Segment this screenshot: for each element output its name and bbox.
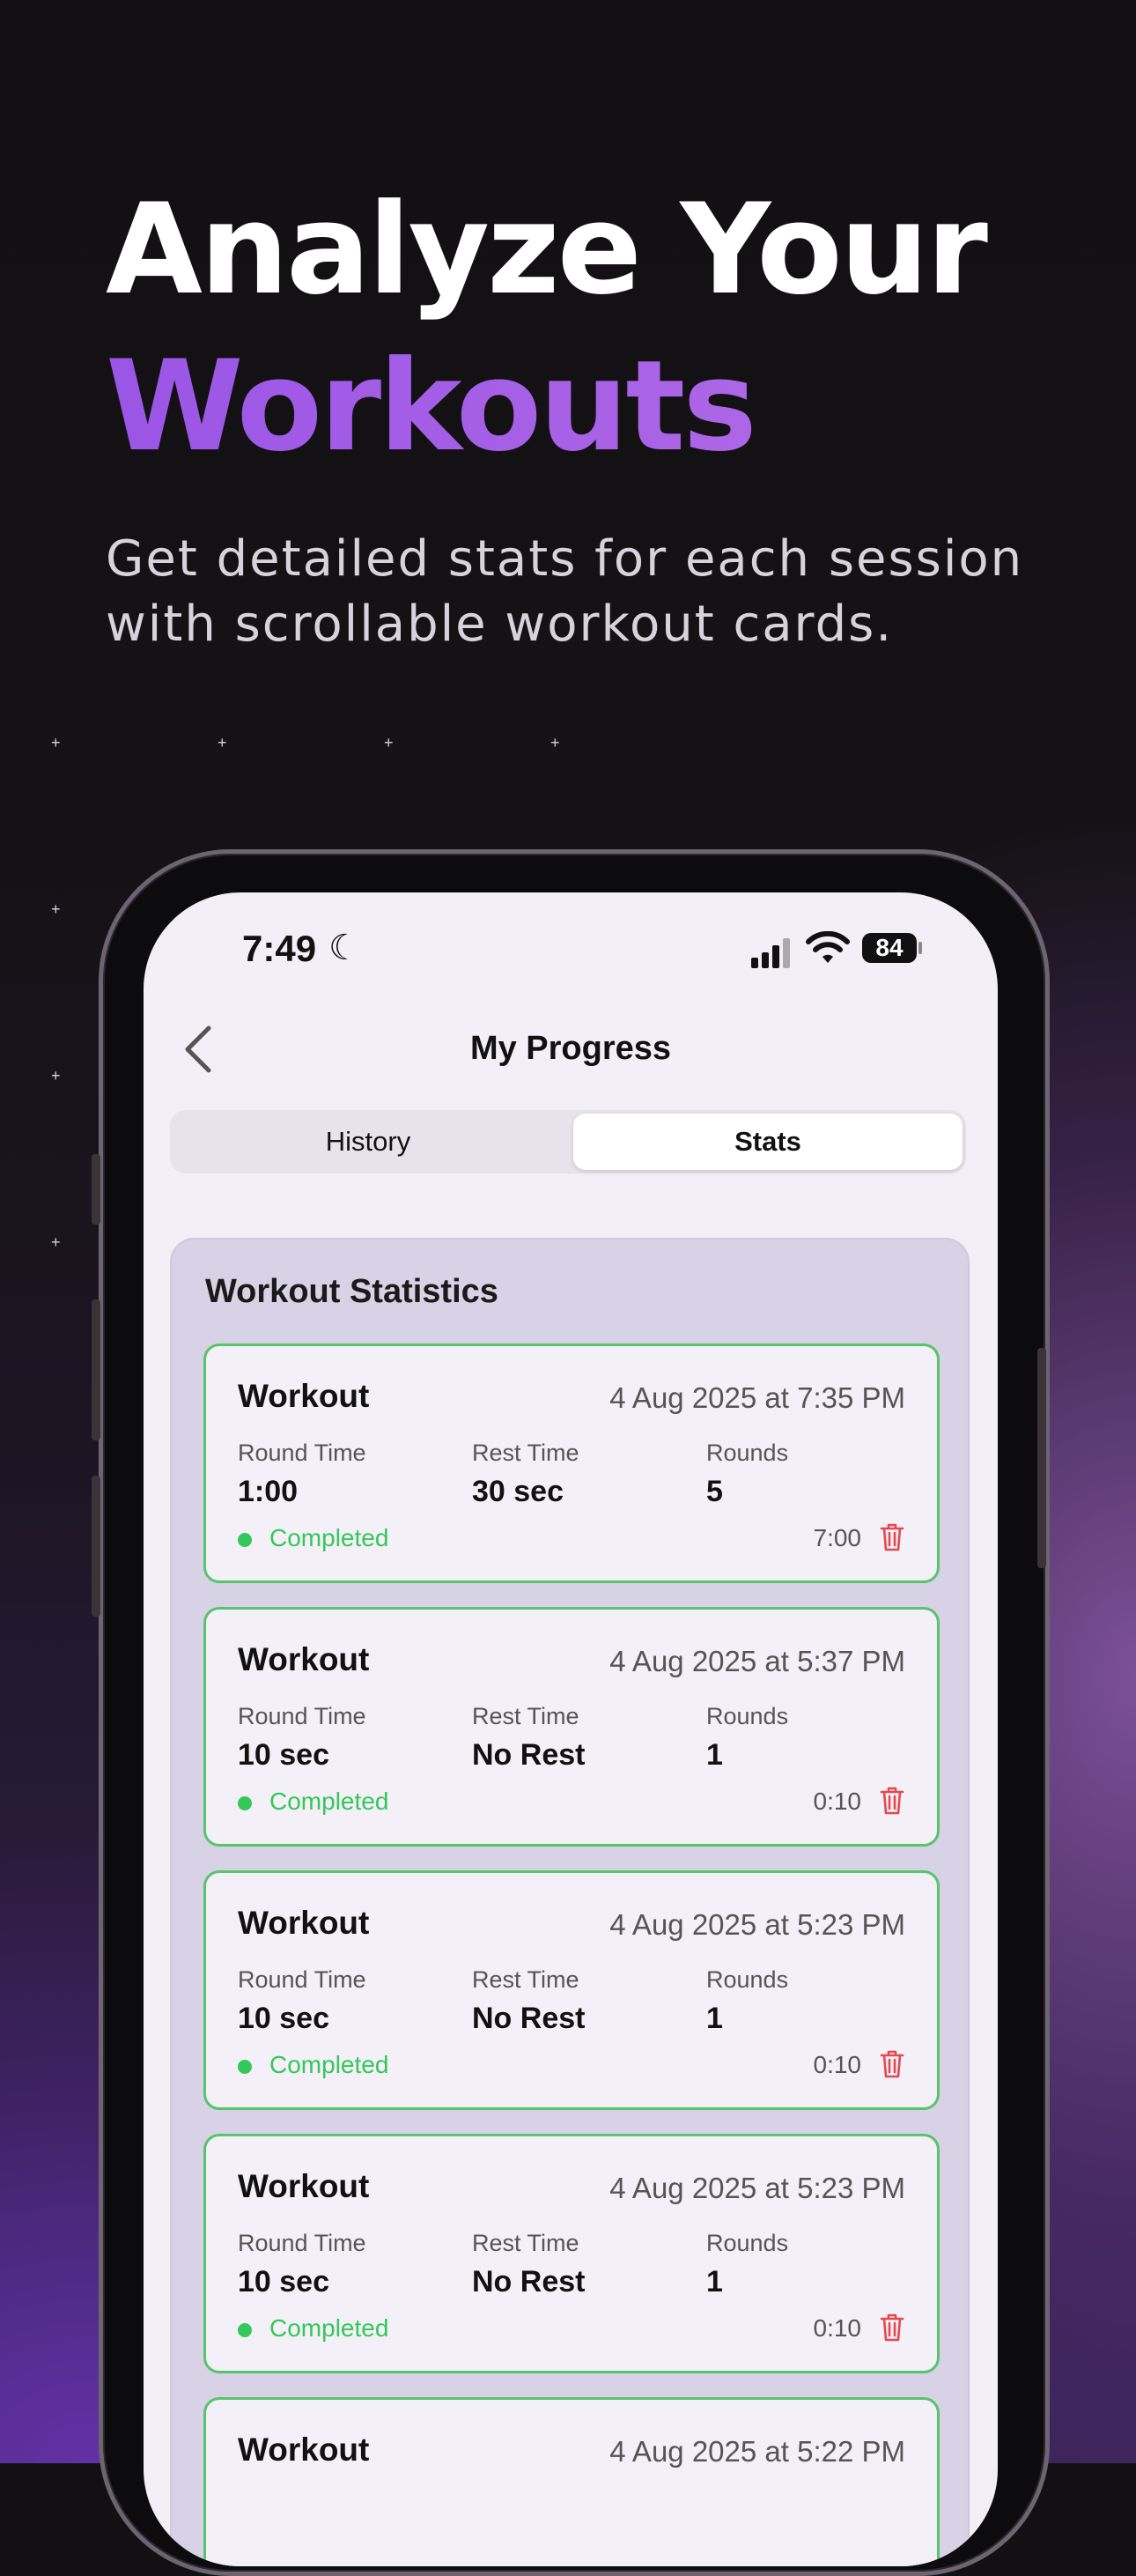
- rest-time-value: No Rest: [472, 2002, 586, 2035]
- trash-icon[interactable]: [879, 1522, 905, 1552]
- rest-time-label: Rest Time: [472, 2230, 579, 2256]
- rest-time-label: Rest Time: [472, 1966, 579, 1993]
- workout-date: 4 Aug 2025 at 5:23 PM: [609, 2172, 905, 2204]
- round-time-label: Round Time: [238, 1966, 366, 1993]
- round-time-value: 10 sec: [238, 2002, 329, 2035]
- phone-action-button: [92, 1154, 100, 1225]
- tab-history[interactable]: History: [173, 1114, 563, 1170]
- workout-date: 4 Aug 2025 at 5:22 PM: [609, 2435, 905, 2468]
- workout-name: Workout: [238, 1905, 370, 1941]
- workout-card[interactable]: Workout 4 Aug 2025 at 7:35 PM Round Time…: [203, 1344, 940, 1583]
- battery-icon: [918, 942, 922, 954]
- round-time-value: 10 sec: [238, 2265, 329, 2298]
- status-badge: Completed: [269, 1524, 389, 1551]
- rounds-value: 1: [706, 2265, 723, 2298]
- headline-line-2: Workouts: [106, 329, 985, 485]
- workout-duration: 0:10: [813, 2051, 862, 2078]
- workout-duration: 7:00: [813, 1524, 862, 1551]
- status-dot: [238, 2060, 252, 2074]
- phone-volume-up-button: [92, 1299, 100, 1440]
- sparkle-icon: +: [218, 734, 227, 751]
- workout-date: 4 Aug 2025 at 5:37 PM: [609, 1645, 905, 1677]
- rounds-label: Rounds: [706, 1703, 789, 1729]
- sparkle-icon: +: [51, 734, 61, 751]
- workout-card[interactable]: Workout 4 Aug 2025 at 5:23 PM Round Time…: [203, 2134, 940, 2373]
- rest-time-value: No Rest: [472, 1738, 586, 1772]
- status-time: 7:49: [242, 928, 317, 969]
- status-dot: [238, 1533, 252, 1547]
- status-badge: Completed: [269, 2314, 389, 2342]
- status-dot: [238, 1796, 252, 1810]
- round-time-value: 1:00: [238, 1475, 299, 1508]
- round-time-label: Round Time: [238, 2230, 366, 2256]
- nav-bar: My Progress: [144, 998, 998, 1086]
- workout-duration: 0:10: [813, 2314, 862, 2342]
- trash-icon[interactable]: [879, 1786, 905, 1816]
- tab-stats[interactable]: Stats: [573, 1114, 963, 1170]
- rest-time-value: 30 sec: [472, 1475, 564, 1508]
- phone-screen: 7:49 ☾ 84 My Progress History Stats Work…: [144, 892, 998, 2566]
- subtitle: Get detailed stats for each session with…: [106, 530, 1024, 653]
- status-bar: 7:49 ☾ 84: [144, 921, 998, 982]
- phone-power-button: [1037, 1348, 1046, 1568]
- round-time-label: Round Time: [238, 1703, 366, 1729]
- rounds-value: 1: [706, 2002, 723, 2035]
- round-time-label: Round Time: [238, 1440, 366, 1466]
- phone-volume-down-button: [92, 1476, 100, 1617]
- cellular-signal-icon: [751, 938, 795, 968]
- rounds-value: 1: [706, 1738, 723, 1772]
- workout-duration: 0:10: [813, 1788, 862, 1815]
- section-title: Workout Statistics: [205, 1273, 498, 1310]
- page-title: My Progress: [469, 1030, 672, 1067]
- headline: Analyze Your Workouts: [106, 172, 988, 485]
- rest-time-value: No Rest: [472, 2265, 586, 2298]
- sparkle-icon: +: [550, 734, 560, 751]
- status-badge: Completed: [269, 2051, 389, 2078]
- sparkle-icon: +: [51, 900, 61, 918]
- rest-time-label: Rest Time: [472, 1440, 579, 1466]
- workout-card[interactable]: Workout 4 Aug 2025 at 5:23 PM Round Time…: [203, 1870, 940, 2110]
- rounds-label: Rounds: [706, 1966, 789, 1993]
- trash-icon[interactable]: [879, 2313, 905, 2343]
- trash-icon[interactable]: [879, 2049, 905, 2079]
- status-badge: Completed: [269, 1788, 389, 1815]
- rounds-value: 5: [706, 1475, 723, 1508]
- workout-name: Workout: [238, 1641, 370, 1677]
- sparkle-icon: +: [51, 1233, 61, 1251]
- workout-name: Workout: [238, 2168, 370, 2204]
- sparkle-icon: +: [51, 1067, 61, 1084]
- workout-date: 4 Aug 2025 at 7:35 PM: [609, 1381, 905, 1414]
- round-time-value: 10 sec: [238, 1738, 329, 1772]
- status-dot: [238, 2323, 252, 2337]
- workout-date: 4 Aug 2025 at 5:23 PM: [609, 1908, 905, 1941]
- workout-card[interactable]: Workout 4 Aug 2025 at 5:22 PM: [203, 2397, 940, 2566]
- sparkle-icon: +: [384, 734, 394, 751]
- workout-card[interactable]: Workout 4 Aug 2025 at 5:37 PM Round Time…: [203, 1607, 940, 1847]
- rounds-label: Rounds: [706, 2230, 789, 2256]
- moon-icon: ☾: [328, 929, 360, 967]
- headline-line-1: Analyze Your: [106, 177, 988, 322]
- rest-time-label: Rest Time: [472, 1703, 579, 1729]
- segmented-control: History Stats: [170, 1110, 966, 1173]
- workout-statistics-panel: Workout Statistics Workout 4 Aug 2025 at…: [170, 1238, 970, 2566]
- rounds-label: Rounds: [706, 1440, 789, 1466]
- battery-level: 84: [862, 933, 917, 963]
- workout-name: Workout: [238, 1378, 370, 1414]
- wifi-icon: [806, 931, 850, 963]
